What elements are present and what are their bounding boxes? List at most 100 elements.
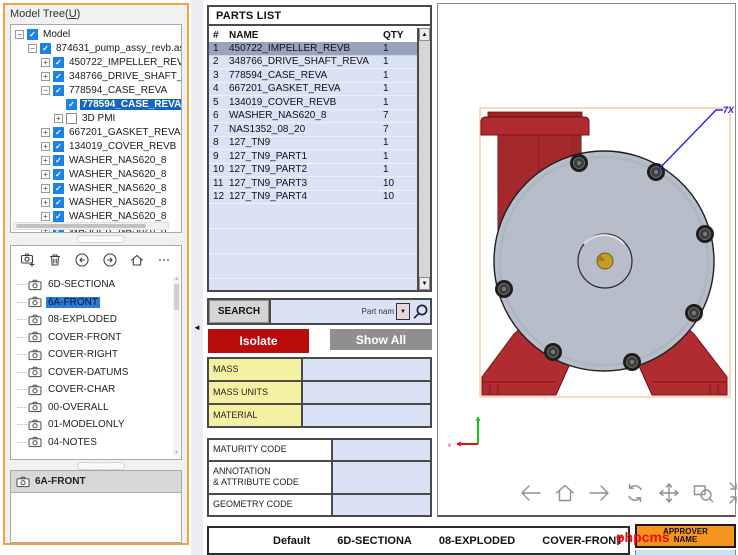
parts-list-row[interactable]: 5 134019_COVER_REVB 1	[209, 96, 417, 110]
home-icon[interactable]	[129, 252, 145, 268]
back-icon[interactable]	[74, 252, 90, 268]
parts-list-row[interactable]: 4 667201_GASKET_REVA 1	[209, 83, 417, 97]
checkbox[interactable]	[66, 113, 77, 124]
checkbox[interactable]: ✓	[40, 43, 51, 54]
expand-toggle-icon[interactable]: −	[15, 30, 24, 39]
model-tree-item[interactable]: + ✓ 667201_GASKET_REVA	[11, 125, 181, 139]
parts-list-row[interactable]	[209, 229, 417, 254]
previous-view-icon[interactable]	[518, 482, 542, 504]
checkbox[interactable]: ✓	[66, 99, 77, 110]
expand-toggle-icon[interactable]: +	[41, 128, 50, 137]
saved-view-item[interactable]: COVER-RIGHT	[11, 346, 173, 364]
parts-list-row[interactable]: 11 127_TN9_PART3 10	[209, 177, 417, 191]
isolate-button[interactable]: Isolate	[208, 329, 309, 353]
pan-icon[interactable]	[658, 482, 680, 504]
parts-list-row[interactable]: 1 450722_IMPELLER_REVB 1	[209, 42, 417, 56]
zoom-region-icon[interactable]	[692, 482, 716, 504]
saved-view-item[interactable]: COVER-DATUMS	[11, 364, 173, 382]
more-icon[interactable]	[156, 252, 172, 268]
show-all-button[interactable]: Show All	[330, 329, 432, 350]
saved-view-item[interactable]: 08-EXPLODED	[11, 311, 173, 329]
property-value[interactable]	[303, 359, 430, 380]
parts-list-scrollbar[interactable]: ▲ ▼	[417, 28, 430, 290]
saved-view-item[interactable]: 00-OVERALL	[11, 399, 173, 417]
current-view-header[interactable]: 6A-FRONT	[11, 471, 181, 493]
footer-view-tab[interactable]: 6D-SECTIONA	[337, 535, 412, 547]
model-tree-item[interactable]: + ✓ WASHER_NAS620_8	[11, 209, 181, 223]
footer-view-tab[interactable]: Default	[273, 535, 310, 547]
saved-view-item[interactable]: COVER-FRONT	[11, 329, 173, 347]
model-tree-item[interactable]: + ✓ 134019_COVER_REVB	[11, 139, 181, 153]
collapse-panel-arrow[interactable]: ◄	[191, 323, 203, 332]
search-button[interactable]: SEARCH	[209, 300, 271, 323]
new-view-icon[interactable]	[20, 252, 36, 268]
expand-toggle-icon[interactable]: +	[41, 72, 50, 81]
footer-view-tab[interactable]: COVER-FRONT	[542, 535, 623, 547]
checkbox[interactable]: ✓	[53, 71, 64, 82]
model-tree-horizontal-scrollbar[interactable]	[13, 222, 169, 230]
checkbox[interactable]: ✓	[53, 155, 64, 166]
checkbox[interactable]: ✓	[53, 211, 64, 222]
search-icon[interactable]	[412, 303, 429, 320]
checkbox[interactable]: ✓	[27, 29, 38, 40]
resize-icon[interactable]	[728, 480, 738, 506]
model-tree-item[interactable]: + ✓ WASHER_NAS620_8	[11, 181, 181, 195]
forward-icon[interactable]	[102, 252, 118, 268]
parts-list-row[interactable]: 6 WASHER_NAS620_8 7	[209, 110, 417, 124]
parts-list-row[interactable]: 9 127_TN9_PART1 1	[209, 150, 417, 164]
saved-views-scrollbar[interactable]: ▲ ▼	[173, 276, 180, 456]
checkbox[interactable]: ✓	[53, 85, 64, 96]
expand-toggle-icon[interactable]: +	[41, 184, 50, 193]
saved-view-item[interactable]: 6D-SECTIONA	[11, 276, 173, 294]
home-view-icon[interactable]	[554, 482, 576, 504]
panel-resize-handle[interactable]: :::::::	[77, 235, 125, 243]
rotate-icon[interactable]	[624, 482, 646, 504]
expand-toggle-icon[interactable]: +	[41, 170, 50, 179]
model-tree-item[interactable]: + ✓ WASHER_NAS620_8	[11, 153, 181, 167]
saved-view-item[interactable]: 04-NOTES	[11, 434, 173, 452]
model-tree-item[interactable]: + ✓ 450722_IMPELLER_REVB	[11, 55, 181, 69]
checkbox[interactable]: ✓	[53, 127, 64, 138]
expand-toggle-icon[interactable]: +	[54, 114, 63, 123]
parts-list-row[interactable]: 12 127_TN9_PART4 10	[209, 191, 417, 205]
parts-list-row[interactable]: 10 127_TN9_PART2 1	[209, 164, 417, 178]
model-tree-item[interactable]: + ✓ WASHER_NAS620_8	[11, 167, 181, 181]
parts-list-row[interactable]	[209, 204, 417, 229]
expand-toggle-icon[interactable]: −	[41, 86, 50, 95]
saved-view-item[interactable]: 01-MODELONLY	[11, 416, 173, 434]
expand-toggle-icon[interactable]: +	[41, 58, 50, 67]
scrollbar-thumb[interactable]	[174, 284, 179, 310]
property-value[interactable]	[333, 495, 430, 515]
pump-model[interactable]	[481, 112, 727, 395]
model-viewport[interactable]: 7X x	[437, 3, 736, 517]
parts-list-row[interactable]: 8 127_TN9 1	[209, 137, 417, 151]
parts-list-row[interactable]: 7 NAS1352_08_20 7	[209, 123, 417, 137]
checkbox[interactable]: ✓	[53, 197, 64, 208]
model-tree-item[interactable]: + ✓ WASHER_NAS620_8	[11, 195, 181, 209]
delete-icon[interactable]	[47, 252, 63, 268]
checkbox[interactable]: ✓	[53, 141, 64, 152]
expand-toggle-icon[interactable]: +	[41, 212, 50, 221]
model-tree-item[interactable]: − ✓ Model	[11, 27, 181, 41]
saved-view-item[interactable]: 6A-FRONT	[11, 294, 173, 312]
property-value[interactable]	[333, 440, 430, 460]
parts-list-row[interactable]: 2 348766_DRIVE_SHAFT_REVA 1	[209, 56, 417, 70]
model-tree-item[interactable]: + 3D PMI	[11, 111, 181, 125]
expand-toggle-icon[interactable]: −	[28, 44, 37, 53]
saved-view-item[interactable]: COVER-CHAR	[11, 381, 173, 399]
model-tree-item[interactable]: − ✓ 874631_pump_assy_revb.asm	[11, 41, 181, 55]
model-tree-item[interactable]: + ✓ 348766_DRIVE_SHAFT_RE	[11, 69, 181, 83]
scrollbar-thumb[interactable]	[16, 224, 146, 228]
model-tree-item[interactable]: − ✓ 778594_CASE_REVA	[11, 83, 181, 97]
property-value[interactable]	[303, 382, 430, 403]
parts-list-row[interactable]	[209, 254, 417, 279]
search-filter-dropdown[interactable]: ▼	[396, 303, 410, 320]
parts-list-row[interactable]: 3 778594_CASE_REVA 1	[209, 69, 417, 83]
property-value[interactable]	[333, 462, 430, 493]
scroll-up-icon[interactable]: ▲	[419, 28, 430, 41]
search-input[interactable]: Part nam ▼	[271, 300, 430, 323]
property-value[interactable]	[303, 405, 430, 426]
expand-toggle-icon[interactable]: +	[41, 142, 50, 151]
checkbox[interactable]: ✓	[53, 57, 64, 68]
checkbox[interactable]: ✓	[53, 183, 64, 194]
